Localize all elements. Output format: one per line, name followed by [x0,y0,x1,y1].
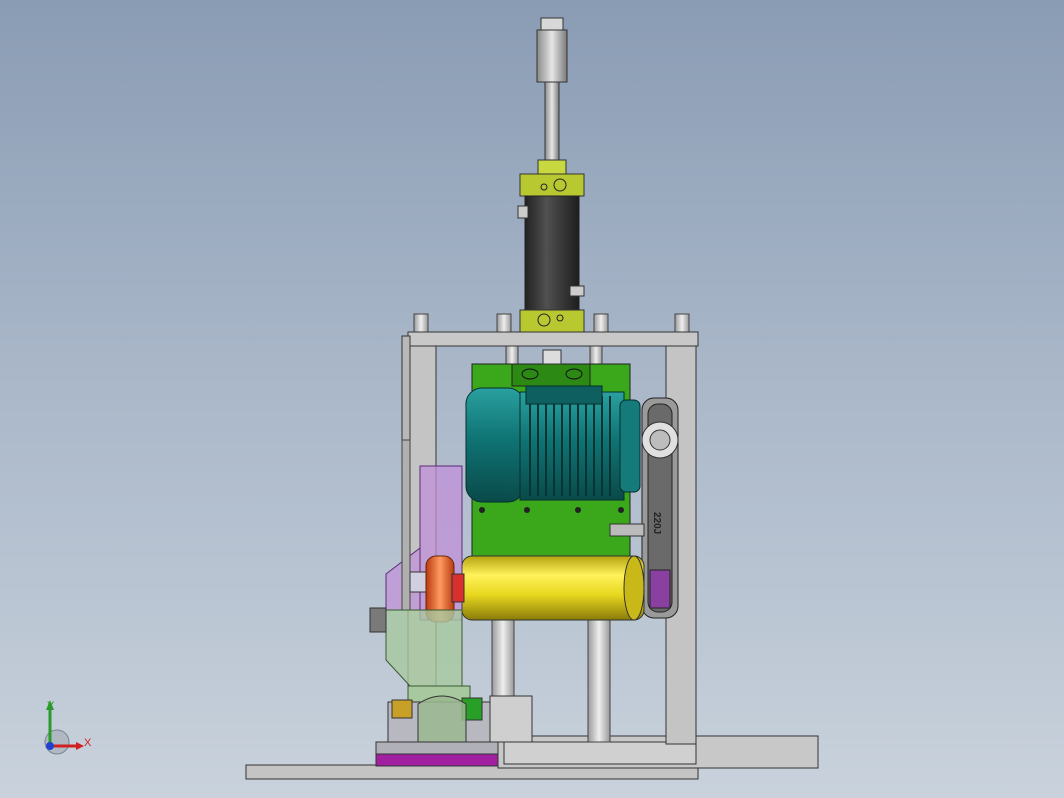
roller-drum [461,555,645,621]
belt-label: 220J [651,512,662,534]
triad-x-label: X [84,737,92,749]
lower-bracket [369,607,471,705]
cad-3d-viewport[interactable]: 220J Y X [0,0,1064,798]
triad-y-label: Y [47,700,55,712]
electric-motor [465,385,641,503]
pneumatic-cylinder [517,17,585,333]
